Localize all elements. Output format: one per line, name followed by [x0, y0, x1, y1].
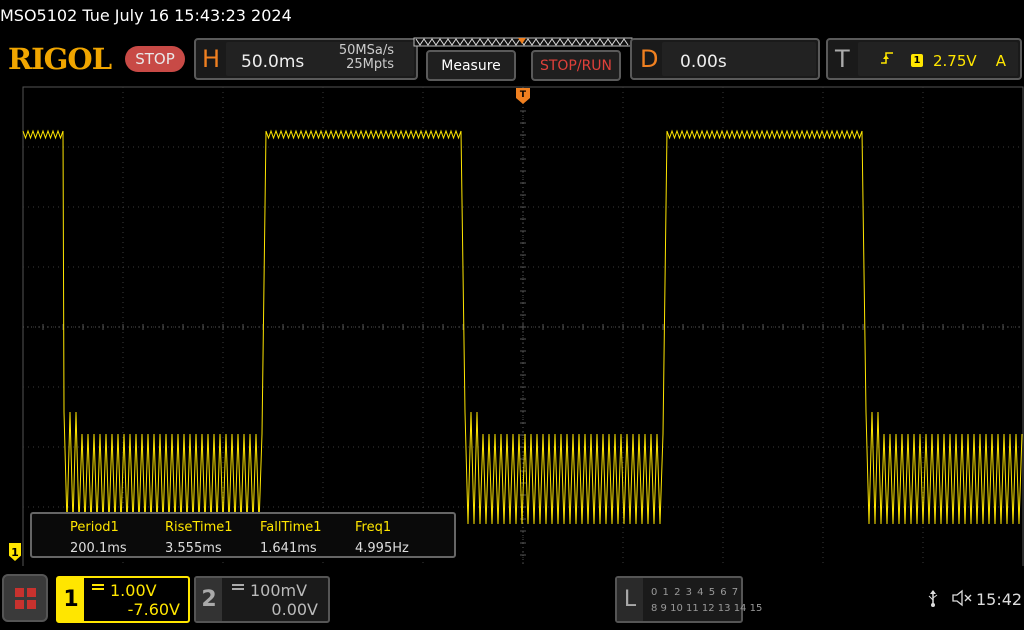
meas-value-falltime: 1.641ms: [260, 541, 317, 556]
delay-value: 0.00s: [680, 52, 727, 72]
delay-panel[interactable]: D 0.00s: [630, 38, 820, 80]
channel2-scale: 100mV: [250, 581, 308, 600]
timebase-value: 50.0ms: [241, 52, 305, 72]
trigger-letter: T: [835, 45, 850, 73]
memory-depth: 25Mpts: [346, 57, 394, 72]
svg-text:T: T: [520, 90, 527, 100]
horizontal-panel[interactable]: H 50.0ms 50MSa/s 25Mpts: [194, 38, 418, 80]
logic-analyzer-box[interactable]: L 0 1 2 3 4 5 6 7 8 9 10 11 12 13 14 15: [615, 576, 762, 623]
meas-value-freq: 4.995Hz: [355, 541, 409, 556]
channel2-box[interactable]: 2 100mV 0.00V: [194, 576, 330, 623]
channel1-box[interactable]: 1 1.00V -7.60V: [56, 576, 190, 623]
sample-rate: 50MSa/s: [338, 43, 394, 58]
channel2-offset: 0.00V: [271, 600, 318, 619]
meas-header-freq: Freq1: [355, 520, 392, 535]
meas-value-risetime: 3.555ms: [165, 541, 222, 556]
meas-header-falltime: FallTime1: [260, 520, 322, 535]
meas-header-risetime: RiseTime1: [165, 520, 233, 535]
main-menu-button[interactable]: [2, 574, 48, 622]
channel2-number: 2: [196, 578, 222, 621]
status-clock: 15:42: [976, 590, 1023, 609]
trigger-time-marker: T: [516, 88, 530, 104]
rigol-logo: RIGOL: [8, 42, 112, 76]
horizontal-letter: H: [202, 45, 221, 73]
channel1-offset: -7.60V: [127, 600, 180, 619]
speaker-muted-icon[interactable]: [951, 589, 973, 611]
meas-header-period: Period1: [70, 520, 119, 535]
channel1-number: 1: [58, 578, 84, 621]
meas-value-period: 200.1ms: [70, 541, 127, 556]
logic-letter: L: [617, 578, 643, 621]
trigger-panel[interactable]: T 1 2.75V A: [826, 38, 1022, 80]
trigger-level: 2.75V: [933, 52, 977, 70]
stop-run-button[interactable]: STOP/RUN: [531, 50, 621, 81]
usb-icon: [927, 589, 939, 611]
trigger-channel-badge: 1: [911, 54, 923, 67]
rising-edge-icon: [880, 50, 894, 70]
model-datetime: MSO5102 Tue July 16 15:43:23 2024: [0, 6, 292, 25]
measurement-table[interactable]: Period1 RiseTime1 FallTime1 Freq1 200.1m…: [30, 512, 456, 558]
logic-channels-row1: 0 1 2 3 4 5 6 7: [651, 587, 740, 598]
dc-coupling-icon: [92, 584, 104, 590]
channel1-scale: 1.00V: [110, 581, 157, 600]
run-state-badge[interactable]: STOP: [125, 46, 185, 72]
logic-channels-row2: 8 9 10 11 12 13 14 15: [651, 603, 763, 614]
measure-button[interactable]: Measure: [426, 50, 516, 81]
trigger-mode: A: [995, 52, 1006, 70]
waveform-display[interactable]: T: [0, 84, 1024, 566]
dc-coupling-icon: [232, 584, 244, 590]
delay-letter: D: [640, 45, 659, 73]
